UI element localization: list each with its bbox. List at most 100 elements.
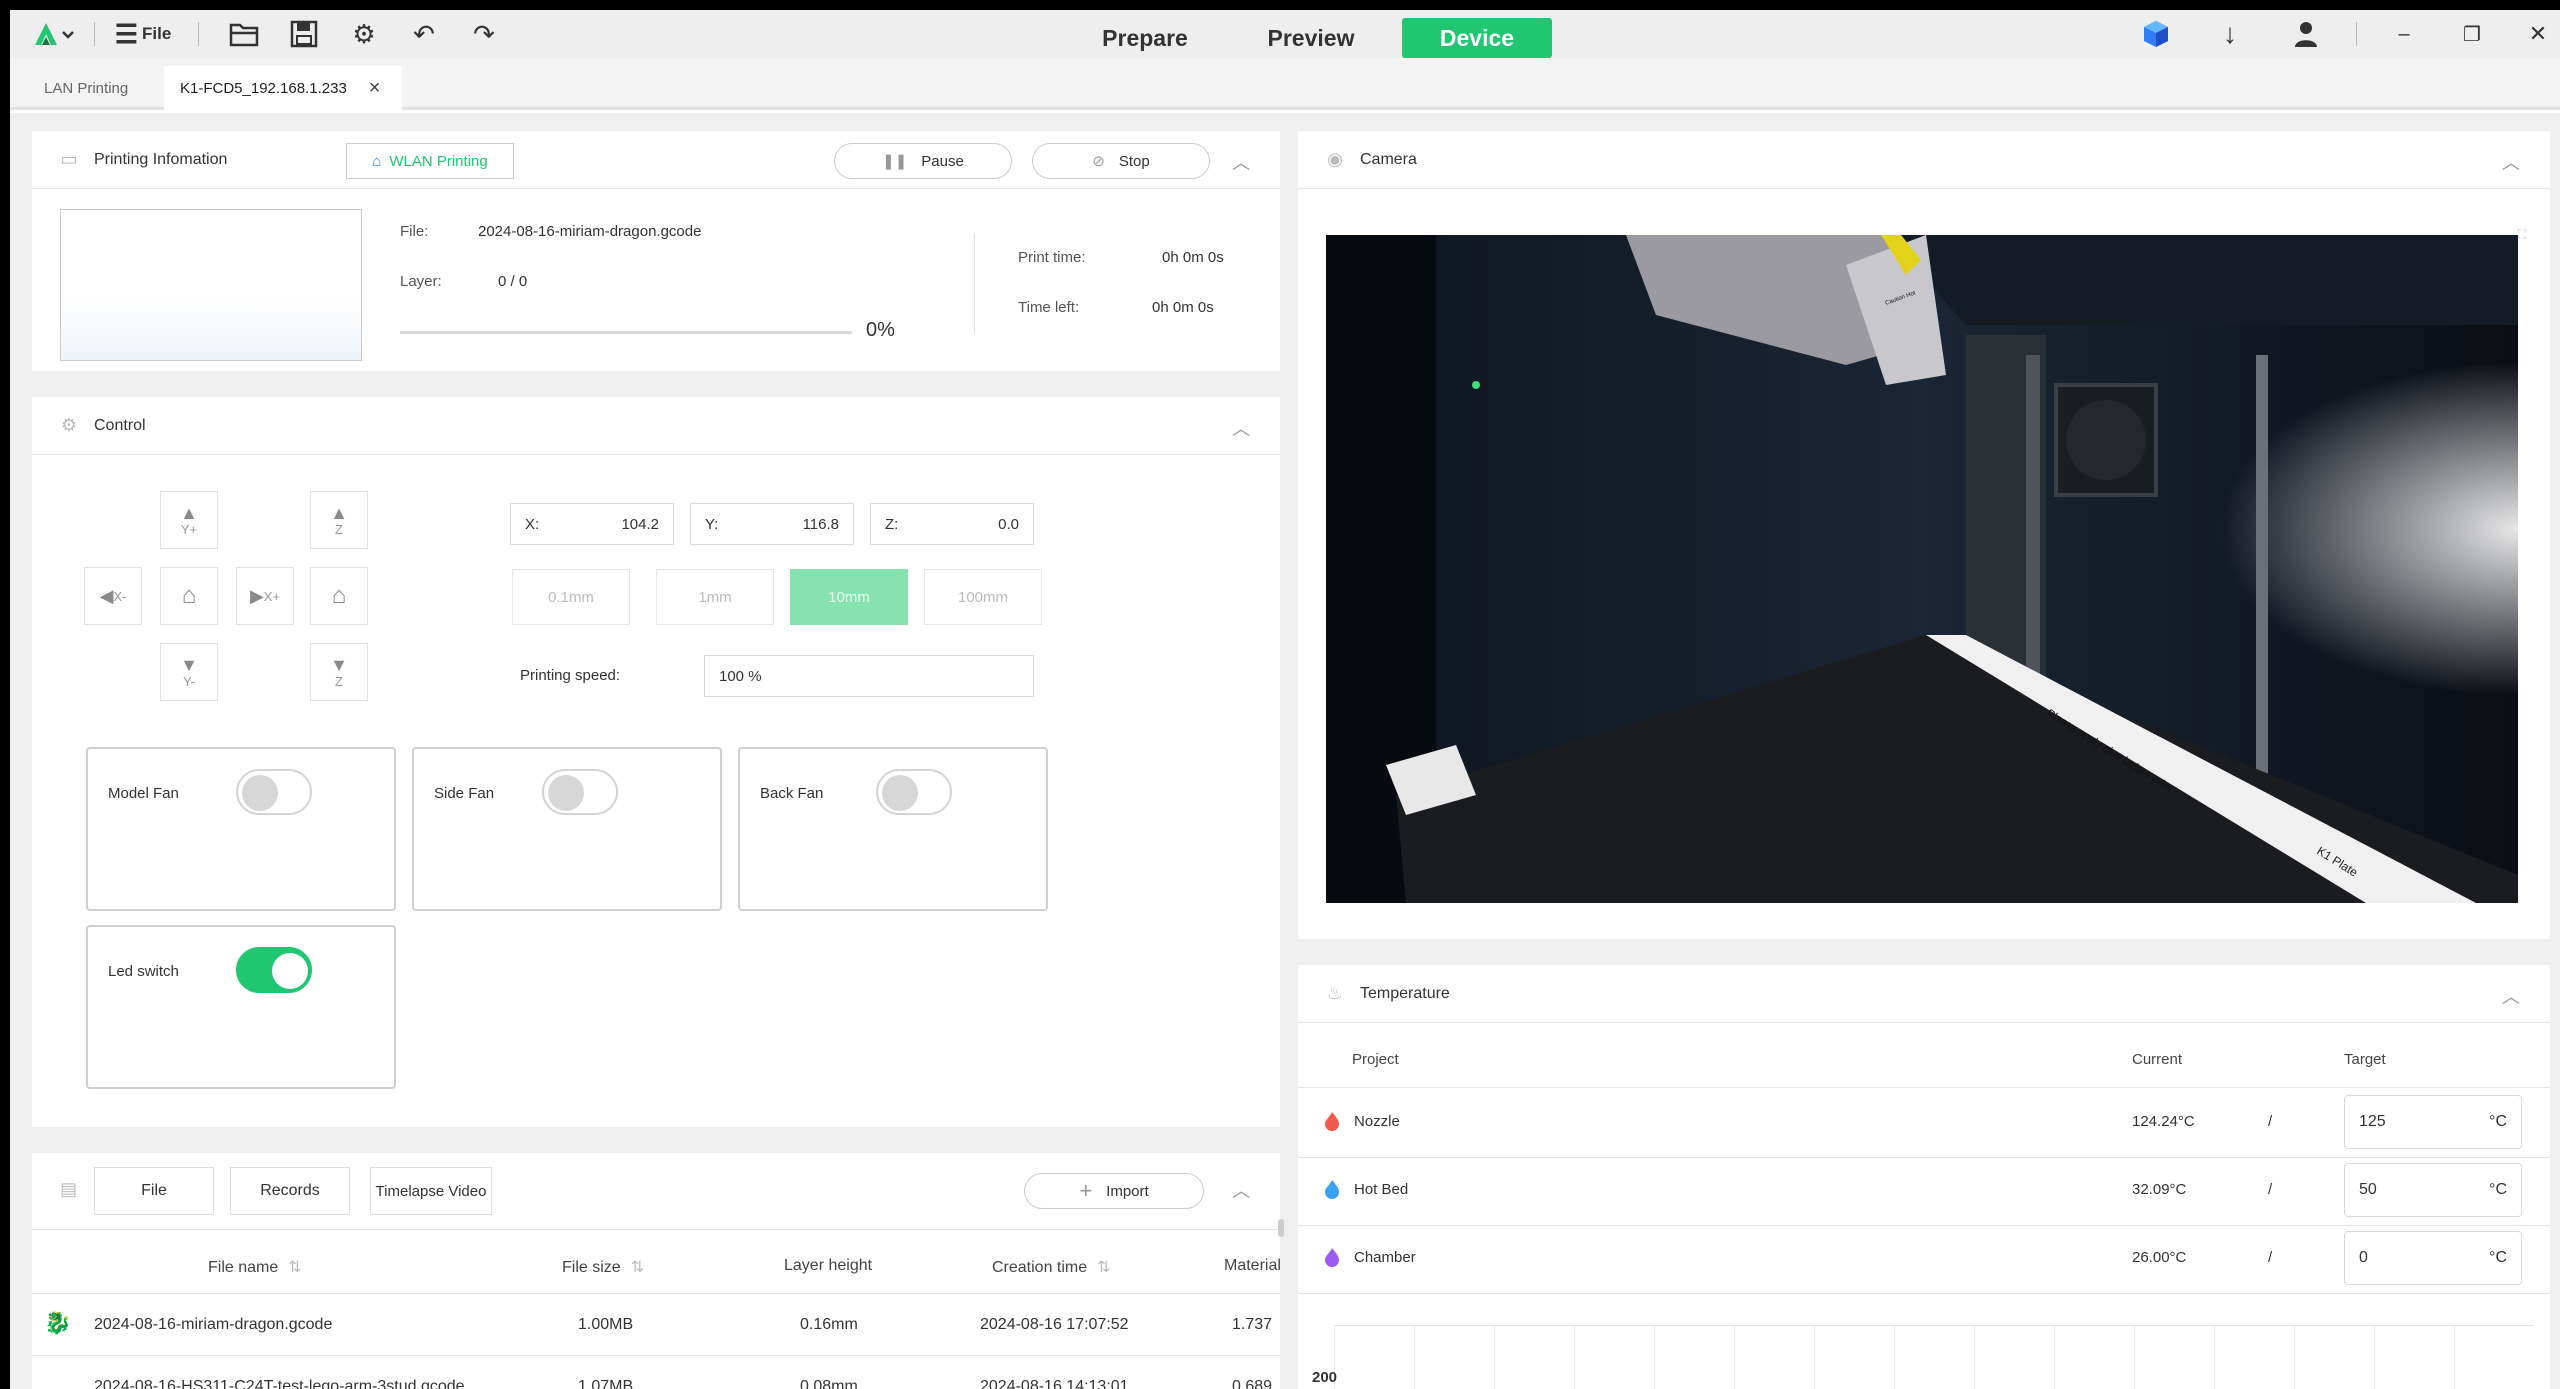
temp-row-nozzle: Nozzle 124.24°C / 125 °C: [1298, 1089, 2550, 1155]
home-xy-button[interactable]: ⌂: [160, 567, 218, 625]
home-icon: ⌂: [331, 582, 347, 609]
printing-info-panel: ▭ Printing Infomation ⌂ WLAN Printing ❚❚ P…: [32, 131, 1280, 371]
y-coordinate-field[interactable]: Y: 116.8: [690, 503, 854, 545]
printer-icon: ▭: [60, 149, 78, 169]
records-tab[interactable]: Records: [230, 1167, 350, 1215]
table-row[interactable]: 🐉 2024-08-16-miriam-dragon.gcode 1.00MB …: [32, 1294, 1280, 1354]
files-tab[interactable]: File: [94, 1167, 214, 1215]
user-avatar-icon[interactable]: [2288, 18, 2324, 50]
chamber-target-input[interactable]: 0 °C: [2344, 1231, 2522, 1285]
temp-row-chamber: Chamber 26.00°C / 0 °C: [1298, 1227, 2550, 1293]
step-10mm-button[interactable]: 10mm: [790, 569, 908, 625]
x-coordinate-field[interactable]: X: 104.2: [510, 503, 674, 545]
restore-icon[interactable]: ❐: [2454, 18, 2490, 50]
badge-label: WLAN Printing: [389, 152, 488, 170]
model-fan-toggle[interactable]: [236, 769, 312, 815]
arrow-down-icon: ▼: [330, 654, 348, 675]
coord-label: Y:: [705, 515, 719, 533]
printing-speed-input[interactable]: 100 %: [704, 655, 1034, 697]
camera-image: Please apply glue before print K1 Plate …: [1326, 235, 2518, 903]
chamber-flame-icon: [1324, 1247, 1340, 1272]
nozzle-target-input[interactable]: 125 °C: [2344, 1095, 2522, 1149]
move-y-minus-button[interactable]: ▼ Y-: [160, 643, 218, 701]
save-icon[interactable]: [286, 18, 322, 50]
move-x-plus-button[interactable]: ▶ X+: [236, 567, 294, 625]
table-row[interactable]: 2024-08-16-HS311-C24T-test-lego-arm-3stu…: [32, 1356, 1280, 1389]
z-coordinate-field[interactable]: Z: 0.0: [870, 503, 1034, 545]
collapse-chevron-icon[interactable]: ︿: [1232, 1177, 1250, 1203]
hot-bed-flame-icon: [1324, 1179, 1340, 1204]
toggle-knob: [548, 775, 584, 811]
coord-value: 0.0: [998, 515, 1019, 533]
move-y-plus-button[interactable]: ▲ Y+: [160, 491, 218, 549]
side-fan-toggle[interactable]: [542, 769, 618, 815]
divider: [1298, 1157, 2550, 1158]
unit-label: °C: [2489, 1181, 2507, 1198]
collapse-chevron-icon[interactable]: ︿: [1232, 149, 1250, 175]
pause-button[interactable]: ❚❚ Pause: [834, 143, 1012, 179]
coord-value: 104.2: [621, 515, 659, 533]
move-z-down-button[interactable]: ▼ Z: [310, 643, 368, 701]
tab-lan-printing[interactable]: LAN Printing: [28, 66, 144, 110]
step-100mm-button[interactable]: 100mm: [924, 569, 1042, 625]
stop-button[interactable]: ⊘ Stop: [1032, 143, 1210, 179]
scrollbar[interactable]: [1278, 1219, 1284, 1237]
tab-preview[interactable]: Preview: [1256, 18, 1366, 58]
download-arrow-icon[interactable]: ↓: [2212, 18, 2248, 50]
close-window-icon[interactable]: ✕: [2520, 18, 2556, 50]
creation-time-cell: 2024-08-16 17:07:52: [980, 1316, 1129, 1333]
hot-bed-target-input[interactable]: 50 °C: [2344, 1163, 2522, 1217]
fullscreen-icon[interactable]: ⛶: [2518, 227, 2526, 242]
stop-label: Stop: [1118, 152, 1150, 170]
home-icon: ⌂: [181, 582, 197, 609]
collapse-chevron-icon[interactable]: ︿: [1232, 415, 1250, 441]
file-size-cell: 1.00MB: [578, 1316, 634, 1333]
title-bar: ☰ File ⚙ ↶ ↷ Prepare Preview Device ↓ – ❐…: [10, 10, 2560, 58]
time-left-label: Time left:: [1018, 299, 1080, 316]
close-tab-icon[interactable]: ×: [369, 77, 381, 100]
home-z-button[interactable]: ⌂: [310, 567, 368, 625]
move-x-minus-button[interactable]: ◀ X-: [84, 567, 142, 625]
print-progress-bar: [400, 331, 852, 334]
col-header-layer-height: Layer height: [784, 1257, 873, 1274]
divider: [1298, 1225, 2550, 1226]
coord-label: X:: [525, 515, 540, 533]
minimize-icon[interactable]: –: [2386, 18, 2422, 50]
collapse-chevron-icon[interactable]: ︿: [2502, 983, 2520, 1009]
print-time-label: Print time:: [1018, 249, 1086, 266]
temp-current: 32.09°C: [2132, 1181, 2187, 1198]
unit-label: °C: [2489, 1249, 2507, 1266]
divider: [2356, 22, 2357, 46]
toggle-knob: [272, 953, 308, 989]
led-switch-toggle[interactable]: [236, 947, 312, 993]
open-folder-icon[interactable]: [226, 18, 262, 50]
undo-icon[interactable]: ↶: [406, 18, 442, 50]
arrow-down-icon: ▼: [180, 654, 198, 675]
back-fan-card: Back Fan: [738, 747, 1048, 911]
led-label: Led switch: [108, 963, 179, 980]
axis-label: Y-: [183, 673, 195, 689]
file-menu-button[interactable]: ☰ File: [106, 18, 180, 50]
step-0-1mm-button[interactable]: 0.1mm: [512, 569, 630, 625]
tab-prepare[interactable]: Prepare: [1090, 18, 1200, 58]
toggle-knob: [882, 775, 918, 811]
col-header-creation-time[interactable]: Creation time ⇅: [992, 1257, 1111, 1277]
app-logo-icon[interactable]: [30, 18, 80, 50]
timelapse-video-tab[interactable]: Timelapse Video: [370, 1167, 492, 1215]
step-1mm-button[interactable]: 1mm: [656, 569, 774, 625]
settings-gear-icon[interactable]: ⚙: [346, 18, 382, 50]
back-fan-toggle[interactable]: [876, 769, 952, 815]
import-button[interactable]: + Import: [1024, 1173, 1204, 1209]
redo-icon[interactable]: ↷: [466, 18, 502, 50]
panel-title: Printing Infomation: [94, 150, 228, 168]
col-header-file-size[interactable]: File size ⇅: [562, 1257, 644, 1277]
tab-device[interactable]: Device: [1402, 18, 1552, 58]
tab-printer-k1[interactable]: K1-FCD5_192.168.1.233 ×: [164, 66, 402, 110]
control-header: ⚙ Control ︿: [32, 397, 1280, 455]
camera-feed[interactable]: Please apply glue before print K1 Plate …: [1326, 235, 2518, 903]
move-z-up-button[interactable]: ▲ Z: [310, 491, 368, 549]
print-thumbnail: [60, 209, 362, 361]
collapse-chevron-icon[interactable]: ︿: [2502, 149, 2520, 175]
col-header-file-name[interactable]: File name ⇅: [208, 1257, 302, 1277]
cube-model-icon[interactable]: [2138, 18, 2174, 50]
